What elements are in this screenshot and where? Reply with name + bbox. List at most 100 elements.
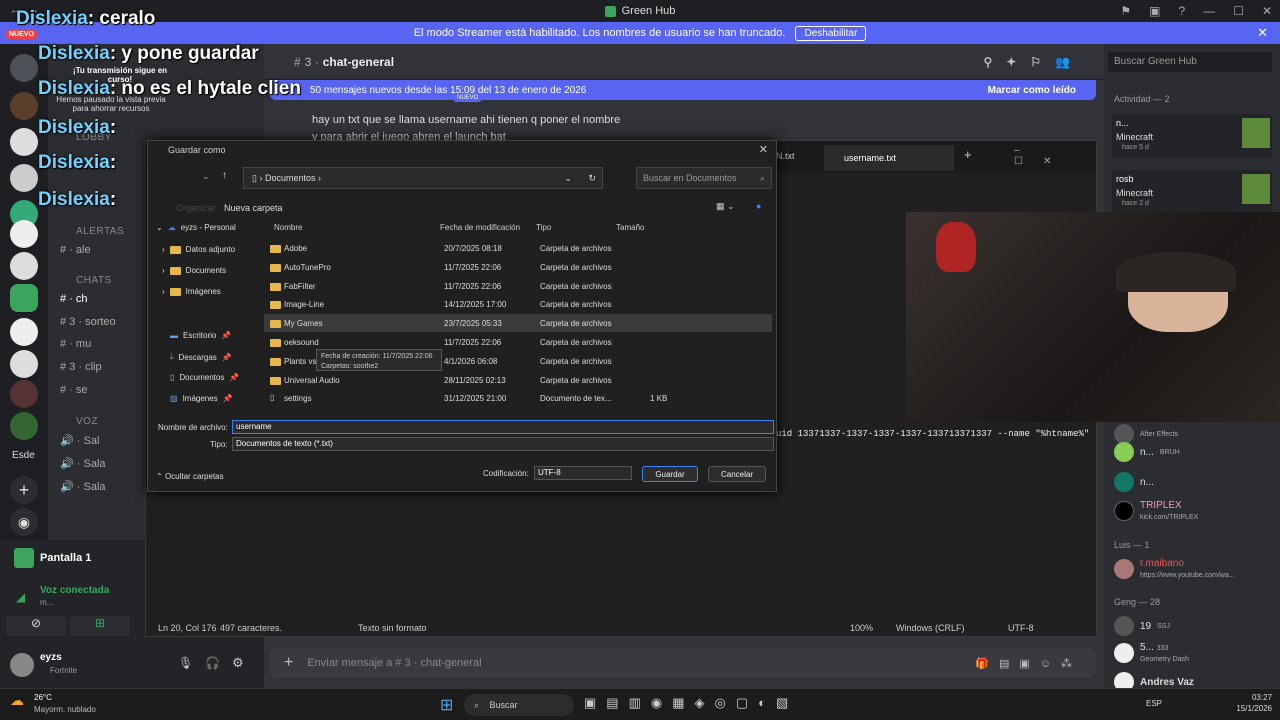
window-controls-icon[interactable]: –☐✕ [1014,145,1096,167]
file-row[interactable]: Image-Line 14/12/2025 17:00 Carpeta de arc… [264,295,772,313]
file-row[interactable]: AutoTunePro 11/7/2025 22:06 Carpeta de arc… [264,258,772,276]
server-icon[interactable] [10,220,38,248]
stream-chat-overlay: Dislexia: ceralo Dislexia: y pone guarda… [0,0,330,220]
server-icon[interactable] [10,318,38,346]
nav-item[interactable]: › Documents [162,266,226,275]
member-item[interactable]: r.maibano https://www.youtube.com/wa... [1114,558,1235,580]
file-date: 31/12/2025 21:00 [444,394,507,404]
activity-card[interactable]: n... Minecraft hace 5 d [1112,114,1272,158]
headphones-icon[interactable]: 🎧 [205,656,220,670]
notepad-text[interactable]: uid 13371337-1337-1337-1337-133713371337… [776,429,1089,439]
file-row[interactable]: Adobe 20/7/2025 08:18 Carpeta de archivos [264,239,772,257]
nav-item[interactable]: › Datos adjunto [162,245,235,254]
taskbar-search[interactable]: ⌕ Buscar [464,694,574,716]
activity-game: Minecraft [1116,132,1154,142]
file-date: 23/7/2025 05:33 [444,319,502,329]
member-item[interactable]: n... [1114,472,1154,492]
file-row[interactable]: Universal Audio 28/11/2025 02:13 Carpeta d… [264,371,772,389]
member-item[interactable]: 5... 333 Geometry Dash [1114,642,1189,664]
refresh-icon[interactable]: ↻ [588,173,596,184]
view-options-icon[interactable]: ▦ ⌄ [716,201,735,212]
disable-button[interactable]: Deshabilitar [795,25,867,41]
type-select[interactable]: Documentos de texto (*.txt) [232,437,774,451]
server-icon[interactable] [10,380,38,408]
column-header[interactable]: Fecha de modificación [440,223,520,239]
discover-icon[interactable]: ◉ [10,508,38,536]
start-icon[interactable]: ⊞ [440,695,453,715]
nav-item[interactable]: ▬ Escritorio 📌 [170,331,231,340]
avatar[interactable] [10,653,34,677]
cancel-button[interactable]: Cancelar [708,466,766,482]
notepad-tab-active[interactable]: username.txt [824,145,954,171]
microphone-icon[interactable]: 🎙 [178,656,193,670]
close-button[interactable]: ✕ [1262,4,1272,18]
voice-channel-name: m... [40,598,54,607]
server-icon[interactable] [10,284,38,312]
clock-date[interactable]: 15/1/2026 [1236,704,1272,713]
dialog-close-icon[interactable]: ✕ [759,143,768,156]
dialog-search-input[interactable]: Buscar en Documentos ⌕ [636,167,772,189]
mark-read-button[interactable]: Marcar como leído [988,85,1076,96]
category-voice[interactable]: VOZ [76,416,98,427]
settings-gear-icon[interactable]: ⚙ [232,655,244,671]
pinned-apps-icon[interactable]: ▣▤▥◉▦◈◎▢◐▧ [584,695,798,711]
file-type: Carpeta de archivos [540,356,612,366]
column-header[interactable]: Nombre [274,223,302,239]
minimize-button[interactable]: — [1203,4,1215,18]
server-icon[interactable] [10,252,38,280]
close-banner-icon[interactable]: ✕ [1257,25,1268,41]
status-format: Texto sin formato [358,623,427,633]
folder-icon [169,287,181,296]
emoji-tools-icon[interactable]: 🎁▤▣☺⁂ [975,657,1082,670]
file-row[interactable]: ▯ settings 31/12/2025 21:00 Documento de te… [264,389,772,407]
screen-icon[interactable]: ▣ [1149,4,1160,18]
header-tools-icon[interactable]: ⚲✦⚐👥 [983,55,1084,69]
save-button[interactable]: Guardar [642,466,698,482]
nav-item[interactable]: ⌄ ☁ eyzs - Personal [156,223,236,232]
encoding-select[interactable]: UTF-8 [534,466,632,480]
column-header[interactable]: Tipo [536,223,551,239]
clock-time[interactable]: 03:27 [1236,693,1272,702]
notepad-tab[interactable]: N.txt [776,151,795,161]
nav-item[interactable]: ⤓ Descargas 📌 [170,352,232,362]
language-indicator[interactable]: ESP [1146,699,1162,708]
window-title: Green Hub [621,5,676,17]
camera-off-button[interactable]: ⊘ [6,616,66,636]
member-item[interactable]: 19 SSJ [1114,616,1170,636]
server-esde[interactable]: Esde [12,450,35,461]
file-name: oeksound [284,338,319,347]
hide-folders-button[interactable]: ⌃ Ocultar carpetas [156,472,224,481]
attach-plus-icon[interactable]: + [284,654,293,672]
nav-item[interactable]: ▯ Documentos 📌 [170,373,239,382]
maximize-button[interactable]: ☐ [1233,4,1244,18]
member-item[interactable]: After Effects [1114,424,1178,444]
folder-icon [270,282,281,291]
filename-input[interactable]: username [232,420,774,434]
activity-header: Actividad — 2 [1114,94,1170,104]
new-messages-bar[interactable]: 50 mensajes nuevos desde las 15:09 del 1… [270,80,1096,100]
username: eyzs [40,652,62,663]
help-icon[interactable]: ? [1178,4,1185,18]
server-search-input[interactable]: Buscar Green Hub [1108,52,1272,72]
live-note: ¡Tu transmisión sigue en curso! [72,66,168,84]
category-chats[interactable]: CHATS [76,275,112,286]
add-server-icon[interactable]: + [10,476,38,504]
file-row[interactable]: FabFilter 11/7/2025 22:06 Carpeta de archi… [264,277,772,295]
nav-item[interactable]: › Imágenes [162,287,221,296]
activity-card[interactable]: rosb Minecraft hace 2 d [1112,170,1272,214]
message-input[interactable]: + Enviar mensaje a # 3 · chat-general 🎁▤… [270,648,1096,678]
server-icon[interactable] [10,350,38,378]
desktop-icon: ▬ [170,331,178,340]
file-row[interactable]: My Games 23/7/2025 05:33 Carpeta de archiv… [264,314,772,333]
nav-item[interactable]: ▨ Imágenes 📌 [170,394,233,403]
file-name: Adobe [284,244,308,253]
member-item[interactable]: n... BRUH [1114,442,1180,462]
inbox-icon[interactable]: ⚑ [1120,4,1131,18]
screen-share-button[interactable]: ⊞ [70,616,130,636]
new-tab-icon[interactable]: + [964,147,972,162]
member-item[interactable]: TRIPLEX kick.com/TRIPLEX [1114,500,1198,522]
category-alerts[interactable]: ALERTAS [76,226,124,237]
server-icon[interactable] [10,412,38,440]
column-header[interactable]: Tamaño [616,223,644,239]
help-icon[interactable]: ● [756,201,761,211]
